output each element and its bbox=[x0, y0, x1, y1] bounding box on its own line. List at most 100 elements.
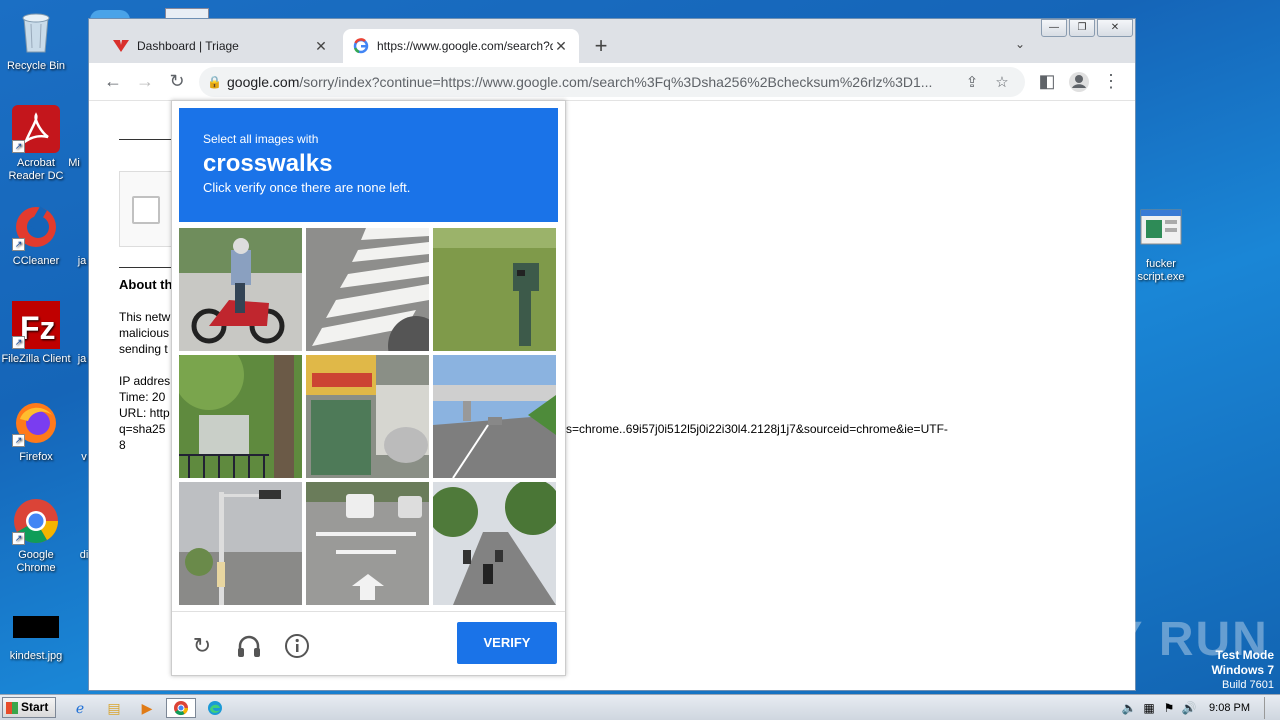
reload-icon[interactable]: ↻ bbox=[161, 66, 193, 98]
side-panel-icon[interactable]: ◧ bbox=[1031, 66, 1063, 98]
close-tab-icon[interactable]: ✕ bbox=[313, 38, 329, 55]
shortcut-arrow-icon: ↗ bbox=[12, 336, 25, 349]
desktop-icon-label: Recycle Bin bbox=[6, 60, 66, 72]
tab-search-chevron-icon[interactable]: ⌄ bbox=[1015, 37, 1025, 51]
system-tray: 🔈 ▦ ⚑ 🔊 9:08 PM bbox=[1119, 695, 1280, 720]
query-prefix: q=sha25 bbox=[119, 422, 166, 436]
info-icon[interactable] bbox=[283, 632, 311, 660]
restore-button[interactable]: ❐ bbox=[1069, 19, 1095, 37]
start-label: Start bbox=[21, 700, 49, 714]
test-mode-notice: Test Mode Windows 7 Build 7601 bbox=[1211, 648, 1274, 692]
divider bbox=[119, 267, 179, 268]
tab-title: https://www.google.com/search?q= bbox=[377, 39, 553, 53]
browser-toolbar: ← → ↻ 🔒 google.com/sorry/index?continue=… bbox=[89, 63, 1135, 101]
forward-arrow-icon[interactable]: → bbox=[129, 66, 161, 98]
desktop-icon-label: Firefox bbox=[19, 451, 53, 463]
build-label: Build 7601 bbox=[1222, 679, 1274, 691]
url-host: google.com bbox=[227, 73, 300, 90]
desktop-icon-label: Google Chrome bbox=[16, 549, 56, 574]
recaptcha-checkbox[interactable] bbox=[132, 196, 160, 224]
start-button[interactable]: Start bbox=[2, 697, 56, 718]
internet-explorer-icon[interactable]: ℯ bbox=[68, 698, 92, 718]
challenge-target: crosswalks bbox=[203, 150, 333, 177]
recaptcha-challenge: Select all images with crosswalks Click … bbox=[171, 100, 566, 676]
shortcut-arrow-icon: ↗ bbox=[12, 532, 25, 545]
ccleaner-icon: ↗ bbox=[12, 203, 60, 251]
tab-title: Dashboard | Triage bbox=[137, 39, 239, 53]
test-mode-label: Test Mode bbox=[1215, 648, 1274, 662]
divider bbox=[119, 139, 179, 140]
query-tail: s=chrome..69i57j0i512l5j0i22i30l4.2128j1… bbox=[566, 422, 948, 436]
close-window-button[interactable]: ✕ bbox=[1097, 19, 1133, 37]
shortcut-arrow-icon: ↗ bbox=[12, 140, 25, 153]
chrome-taskbar-icon[interactable] bbox=[166, 698, 196, 718]
url-text[interactable]: google.com/sorry/index?continue=https://… bbox=[227, 74, 957, 90]
new-tab-button[interactable]: + bbox=[589, 33, 613, 59]
speaker-icon[interactable]: 🔊 bbox=[1179, 701, 1199, 715]
image-grid bbox=[179, 228, 558, 605]
desktop-icon-label: kindest.jpg bbox=[9, 650, 63, 662]
filezilla-icon: Fz ↗ bbox=[12, 301, 60, 349]
desktop-icon-acrobat[interactable]: ↗ Acrobat Reader DC bbox=[0, 105, 72, 183]
desktop-icon-firefox[interactable]: ↗ Firefox bbox=[0, 399, 72, 464]
desktop-icon-chrome[interactable]: ↗ Google Chrome bbox=[0, 497, 72, 575]
verify-button[interactable]: VERIFY bbox=[457, 622, 557, 664]
svg-text:Fz: Fz bbox=[20, 310, 56, 346]
windows-logo-icon bbox=[6, 702, 18, 714]
tab-google-search[interactable]: https://www.google.com/search?q= ✕ bbox=[343, 29, 579, 63]
profile-avatar-icon[interactable] bbox=[1063, 66, 1095, 98]
headphones-audio-icon[interactable] bbox=[235, 632, 263, 660]
share-icon[interactable]: ⇪ bbox=[957, 73, 987, 91]
page-content: About th This netw malicious sending t I… bbox=[89, 100, 1135, 689]
folder-icon[interactable]: ▤ bbox=[102, 698, 126, 718]
challenge-footer: ↻ VERIFY bbox=[172, 611, 565, 675]
image-tile[interactable] bbox=[433, 228, 556, 351]
bookmark-star-icon[interactable]: ☆ bbox=[987, 73, 1017, 91]
clock[interactable]: 9:08 PM bbox=[1209, 702, 1250, 714]
volume-icon[interactable]: 🔈 bbox=[1119, 701, 1139, 715]
challenge-header: Select all images with crosswalks Click … bbox=[179, 108, 558, 222]
url-path: /sorry/index?continue=https://www.google… bbox=[299, 73, 933, 90]
back-arrow-icon[interactable]: ← bbox=[97, 66, 129, 98]
image-tile[interactable] bbox=[306, 482, 429, 605]
recycle-bin-icon bbox=[12, 8, 60, 56]
acrobat-icon: ↗ bbox=[12, 105, 60, 153]
image-tile[interactable] bbox=[179, 482, 302, 605]
instruction-bottom: Click verify once there are none left. bbox=[203, 180, 411, 195]
flag-action-center-icon[interactable]: ⚑ bbox=[1159, 701, 1179, 715]
desktop-icon-kindest[interactable]: kindest.jpg bbox=[0, 612, 72, 663]
lock-icon: 🔒 bbox=[207, 74, 222, 89]
image-tile[interactable] bbox=[433, 355, 556, 478]
address-bar[interactable]: 🔒 google.com/sorry/index?continue=https:… bbox=[199, 66, 1025, 97]
image-tile[interactable] bbox=[433, 482, 556, 605]
tab-dashboard[interactable]: Dashboard | Triage ✕ bbox=[103, 29, 339, 63]
recaptcha-checkbox-box bbox=[119, 171, 179, 247]
shortcut-arrow-icon: ↗ bbox=[12, 434, 25, 447]
executable-file-icon bbox=[1137, 206, 1185, 254]
desktop-icon-recycle-bin[interactable]: Recycle Bin bbox=[0, 8, 72, 73]
firefox-icon: ↗ bbox=[12, 399, 60, 447]
network-icon[interactable]: ▦ bbox=[1139, 701, 1159, 715]
tab-strip: Dashboard | Triage ✕ https://www.google.… bbox=[89, 19, 1135, 63]
image-tile[interactable] bbox=[306, 355, 429, 478]
triage-favicon-icon bbox=[113, 38, 129, 54]
menu-kebab-icon[interactable]: ⋮ bbox=[1095, 66, 1127, 98]
image-file-icon bbox=[12, 616, 60, 646]
close-tab-icon[interactable]: ✕ bbox=[553, 38, 569, 55]
shortcut-arrow-icon: ↗ bbox=[12, 238, 25, 251]
image-tile[interactable] bbox=[179, 228, 302, 351]
instruction-top: Select all images with bbox=[203, 132, 319, 146]
os-label: Windows 7 bbox=[1211, 663, 1274, 677]
taskbar: Start ℯ ▤ ▶ 🔈 ▦ ⚑ 🔊 9:08 PM bbox=[0, 694, 1280, 720]
edge-icon[interactable] bbox=[203, 698, 227, 718]
window-controls: — ❐ ✕ bbox=[1039, 19, 1133, 37]
chrome-icon: ↗ bbox=[12, 497, 60, 545]
refresh-icon[interactable]: ↻ bbox=[188, 632, 216, 660]
minimize-button[interactable]: — bbox=[1041, 19, 1067, 37]
image-tile[interactable] bbox=[306, 228, 429, 351]
browser-window: Dashboard | Triage ✕ https://www.google.… bbox=[88, 18, 1136, 691]
media-player-icon[interactable]: ▶ bbox=[135, 698, 159, 718]
google-favicon-icon bbox=[353, 38, 369, 54]
image-tile[interactable] bbox=[179, 355, 302, 478]
show-desktop-button[interactable] bbox=[1264, 697, 1280, 719]
